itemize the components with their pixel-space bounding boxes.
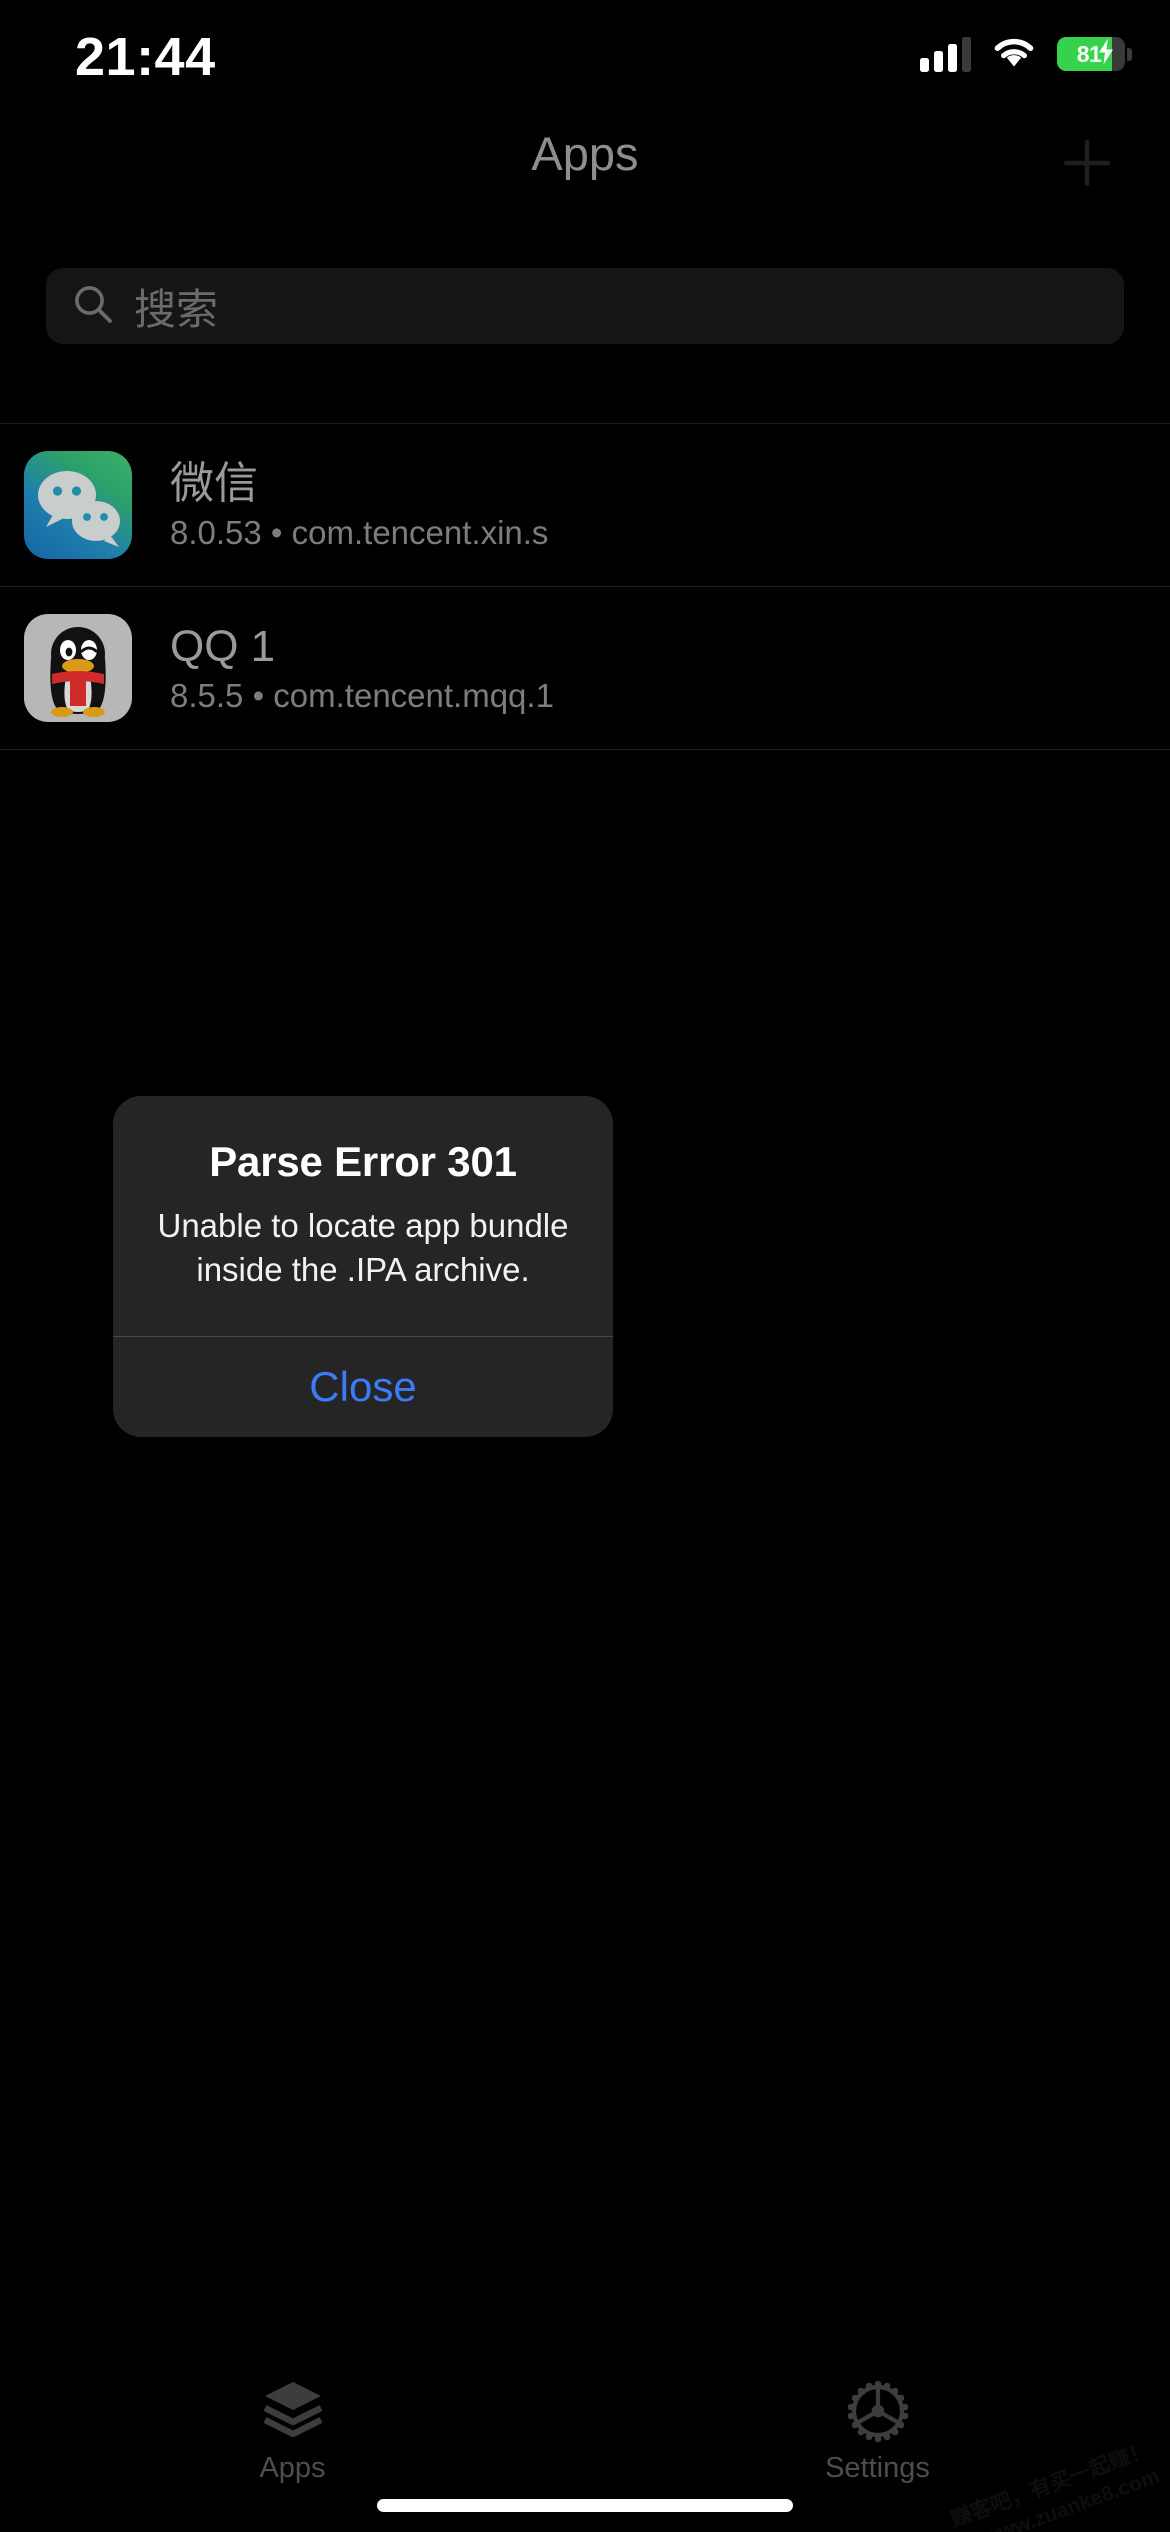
status-bar-indicators: 81 <box>920 36 1132 72</box>
close-button[interactable]: Close <box>113 1337 613 1437</box>
page-title: Apps <box>531 127 639 180</box>
app-list: 微信 8.0.53 • com.tencent.xin.s QQ 1 8.5.5… <box>0 423 1170 750</box>
navigation-bar: Apps <box>0 112 1170 202</box>
alert-title: Parse Error 301 <box>209 1138 517 1185</box>
search-icon <box>72 283 114 330</box>
app-subtitle: 8.5.5 • com.tencent.mqq.1 <box>170 677 554 715</box>
list-item[interactable]: QQ 1 8.5.5 • com.tencent.mqq.1 <box>0 587 1170 749</box>
alert-content: Parse Error 301 Unable to locate app bun… <box>113 1096 613 1336</box>
battery-icon: 81 <box>1057 37 1125 71</box>
phone-screen: 21:44 81 Apps 搜索 微信 8.0.53 • com.tencent… <box>0 0 1170 2532</box>
gear-icon <box>843 2378 913 2444</box>
tab-settings-label: Settings <box>825 2452 930 2484</box>
app-name: QQ 1 <box>170 621 276 671</box>
qq-penguin-icon <box>24 614 132 722</box>
home-indicator[interactable] <box>377 2499 793 2512</box>
battery-indicator: 81 <box>1057 37 1132 71</box>
search-placeholder: 搜索 <box>134 285 219 333</box>
charging-bolt-icon <box>1098 38 1114 70</box>
list-item[interactable]: 微信 8.0.53 • com.tencent.xin.s <box>0 424 1170 586</box>
status-bar: 21:44 81 <box>0 0 1170 112</box>
layers-stack-icon <box>255 2378 331 2444</box>
tab-apps-label: Apps <box>259 2452 326 2484</box>
close-button-label: Close <box>309 1362 417 1410</box>
battery-percent-label: 81 <box>1076 40 1102 67</box>
list-item-text: QQ 1 8.5.5 • com.tencent.mqq.1 <box>170 621 554 716</box>
search-section: 搜索 <box>0 220 1170 344</box>
search-input[interactable]: 搜索 <box>46 268 1124 344</box>
list-divider <box>0 749 1170 750</box>
wifi-icon <box>993 38 1035 70</box>
alert-dialog: Parse Error 301 Unable to locate app bun… <box>113 1096 613 1437</box>
app-subtitle: 8.0.53 • com.tencent.xin.s <box>170 514 549 552</box>
plus-icon[interactable] <box>1058 134 1116 192</box>
list-item-text: 微信 8.0.53 • com.tencent.xin.s <box>170 458 548 553</box>
battery-cap <box>1127 47 1132 61</box>
wechat-icon <box>24 451 132 559</box>
alert-message: Unable to locate app bundle inside the .… <box>157 1207 569 1288</box>
cellular-signal-icon <box>920 36 971 72</box>
status-bar-clock: 21:44 <box>75 27 216 87</box>
app-name: 微信 <box>170 458 258 508</box>
